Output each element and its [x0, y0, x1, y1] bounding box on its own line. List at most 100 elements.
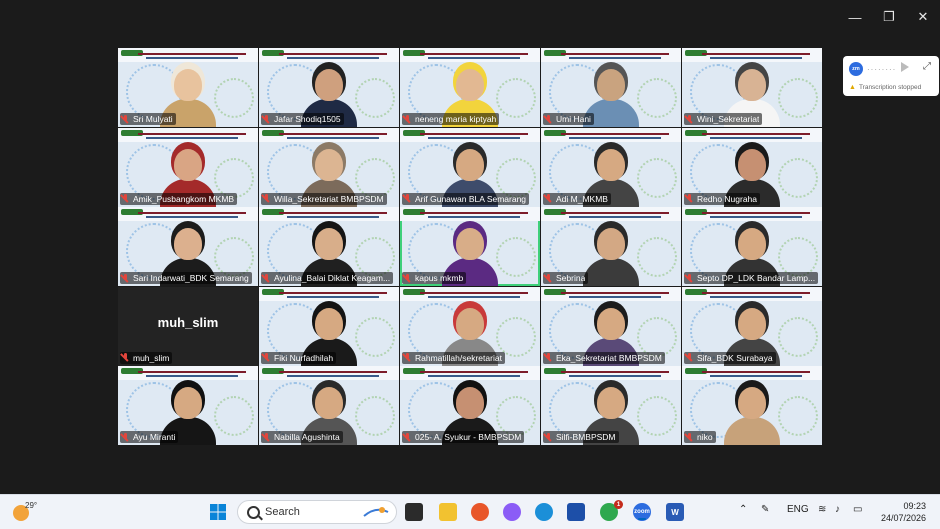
person-head: [315, 307, 343, 340]
restore-button[interactable]: ❐: [872, 0, 906, 34]
pen-icon[interactable]: ✎: [761, 504, 769, 515]
person-body: [583, 258, 639, 286]
battery-icon[interactable]: ▭: [853, 504, 862, 515]
participant-name-bar: muh_slim: [120, 351, 173, 364]
slide-title-line: [420, 291, 528, 294]
slide-header: [400, 286, 540, 301]
person-head: [597, 228, 625, 260]
slide-subtitle-line: [287, 295, 379, 298]
slide-header: [259, 127, 399, 142]
participant-tile[interactable]: Eka_Sekretariat BMBPSDM: [541, 286, 681, 366]
participant-tile[interactable]: Sri Mulyati: [118, 48, 258, 127]
participant-name-bar: Ayulina_Balai Diklat Keagam...: [261, 272, 394, 284]
muted-mic-icon: [263, 273, 270, 283]
copilot-icon[interactable]: [503, 503, 521, 521]
muted-mic-icon: [404, 432, 411, 442]
participant-name: niko: [697, 432, 713, 442]
participant-name: Sebrina: [556, 273, 586, 283]
background-decoration: [637, 396, 677, 436]
zoom-logo-icon: zm: [849, 62, 863, 76]
transcription-status-text: Transcription stopped: [858, 84, 922, 91]
chevron-up-icon[interactable]: ⌃: [739, 504, 747, 515]
chrome-icon[interactable]: 1: [600, 500, 623, 521]
language-indicator[interactable]: ENG: [787, 504, 809, 515]
participant-tile[interactable]: Arif Gunawan BLA Semarang: [400, 127, 540, 207]
participant-tile[interactable]: Septo DP_LDK Bandar Lamp...: [682, 207, 822, 286]
background-decoration: [496, 157, 536, 198]
background-decoration: [214, 237, 254, 277]
participant-tile[interactable]: Jafar Shodiq1505: [259, 48, 399, 127]
clock[interactable]: 09:23 24/07/2026: [881, 500, 926, 524]
person-head: [456, 307, 484, 340]
slide-header: [118, 127, 258, 142]
task-view-icon[interactable]: [405, 503, 423, 521]
background-decoration: [355, 237, 395, 277]
participant-tile[interactable]: Sari Indarwati_BDK Semarang: [118, 207, 258, 286]
minimize-button[interactable]: —: [838, 0, 872, 34]
person-head: [456, 228, 484, 260]
background-decoration: [637, 237, 677, 277]
participant-tile[interactable]: Umi Hani: [541, 48, 681, 127]
store-icon[interactable]: [567, 503, 585, 521]
expand-icon[interactable]: ⤢: [923, 61, 931, 72]
edge-icon[interactable]: [535, 503, 553, 521]
start-button[interactable]: [209, 503, 227, 521]
muted-mic-icon: [545, 114, 552, 124]
transcription-status: ▲ Transcription stopped: [849, 84, 921, 91]
participant-tile[interactable]: Adi M_MKMB: [541, 127, 681, 207]
participant-tile[interactable]: Fiki Nurfadhilah: [259, 286, 399, 366]
participant-tile[interactable]: Sebrina: [541, 207, 681, 286]
participant-tile[interactable]: niko: [682, 366, 822, 445]
wifi-icon[interactable]: ≋: [818, 504, 826, 515]
person-body: [724, 417, 780, 445]
muted-mic-icon: [404, 273, 411, 283]
participant-tile[interactable]: neneng maria kiptyah: [400, 48, 540, 127]
participant-tile[interactable]: Ayu Miranti: [118, 366, 258, 445]
participant-tile[interactable]: muh_slim muh_slim: [118, 286, 258, 366]
slide-header: [400, 207, 540, 221]
participant-tile[interactable]: Rahmatillah/sekretariat: [400, 286, 540, 366]
slide-subtitle-line: [287, 136, 379, 139]
participant-tile[interactable]: Nabilla Agushinta: [259, 366, 399, 445]
slide-subtitle-line: [710, 57, 802, 59]
background-decoration: [214, 78, 254, 118]
participant-name: Ayu Miranti: [133, 432, 176, 442]
muted-mic-icon: [545, 353, 552, 362]
participant-tile[interactable]: 025- A. Syukur - BMBPSDM: [400, 366, 540, 445]
slide-subtitle-line: [569, 136, 661, 139]
volume-icon[interactable]: ♪: [835, 504, 840, 515]
participant-name-bar: kapus mkmb: [402, 272, 467, 284]
slide-title-line: [420, 53, 528, 55]
participant-tile[interactable]: Amik_Pusbangkom MKMB: [118, 127, 258, 207]
participant-tile[interactable]: Sifa_BDK Surabaya: [682, 286, 822, 366]
participant-tile[interactable]: Redho Nugraha: [682, 127, 822, 207]
person-head: [597, 69, 625, 101]
background-decoration: [778, 157, 818, 198]
slide-header: [541, 207, 681, 221]
participant-tile[interactable]: kapus mkmb: [400, 207, 540, 286]
word-icon[interactable]: W: [666, 503, 684, 521]
close-button[interactable]: ✕: [906, 0, 940, 34]
background-decoration: [496, 396, 536, 436]
participant-tile[interactable]: Wini_Sekretariat: [682, 48, 822, 127]
taskbar-search[interactable]: Search: [237, 500, 397, 524]
muted-mic-icon: [686, 273, 693, 283]
play-icon[interactable]: [901, 62, 909, 72]
participant-name: Nabilla Agushinta: [274, 432, 340, 442]
zoom-app-icon[interactable]: zoom: [633, 503, 651, 521]
participant-tile[interactable]: Silfi-BMBPSDM: [541, 366, 681, 445]
slide-subtitle-line: [569, 216, 661, 218]
slide-title-line: [138, 371, 246, 373]
participant-tile[interactable]: Ayulina_Balai Diklat Keagam...: [259, 207, 399, 286]
slide-header: [400, 48, 540, 62]
participant-tile[interactable]: Willa_Sekretariat BMBPSDM: [259, 127, 399, 207]
firefox-icon[interactable]: [471, 503, 489, 521]
participant-name: 025- A. Syukur - BMBPSDM: [415, 432, 522, 442]
person-head: [738, 387, 766, 419]
participant-name-bar: Rahmatillah/sekretariat: [402, 351, 505, 364]
file-explorer-icon[interactable]: [439, 503, 457, 521]
slide-title-line: [561, 371, 669, 373]
participant-display-name: muh_slim: [157, 314, 219, 330]
background-decoration: [355, 157, 395, 198]
participant-name-bar: Arif Gunawan BLA Semarang: [402, 192, 530, 205]
